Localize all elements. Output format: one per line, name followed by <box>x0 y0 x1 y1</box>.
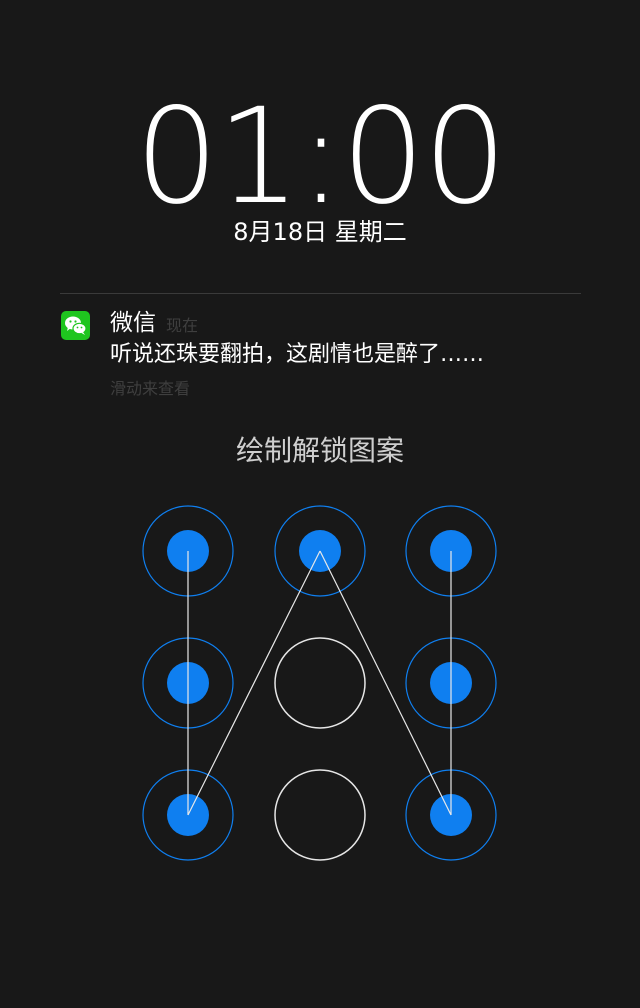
pattern-grid[interactable] <box>0 0 640 1008</box>
pattern-node-5[interactable] <box>274 637 366 729</box>
pattern-node-8[interactable] <box>274 769 366 861</box>
